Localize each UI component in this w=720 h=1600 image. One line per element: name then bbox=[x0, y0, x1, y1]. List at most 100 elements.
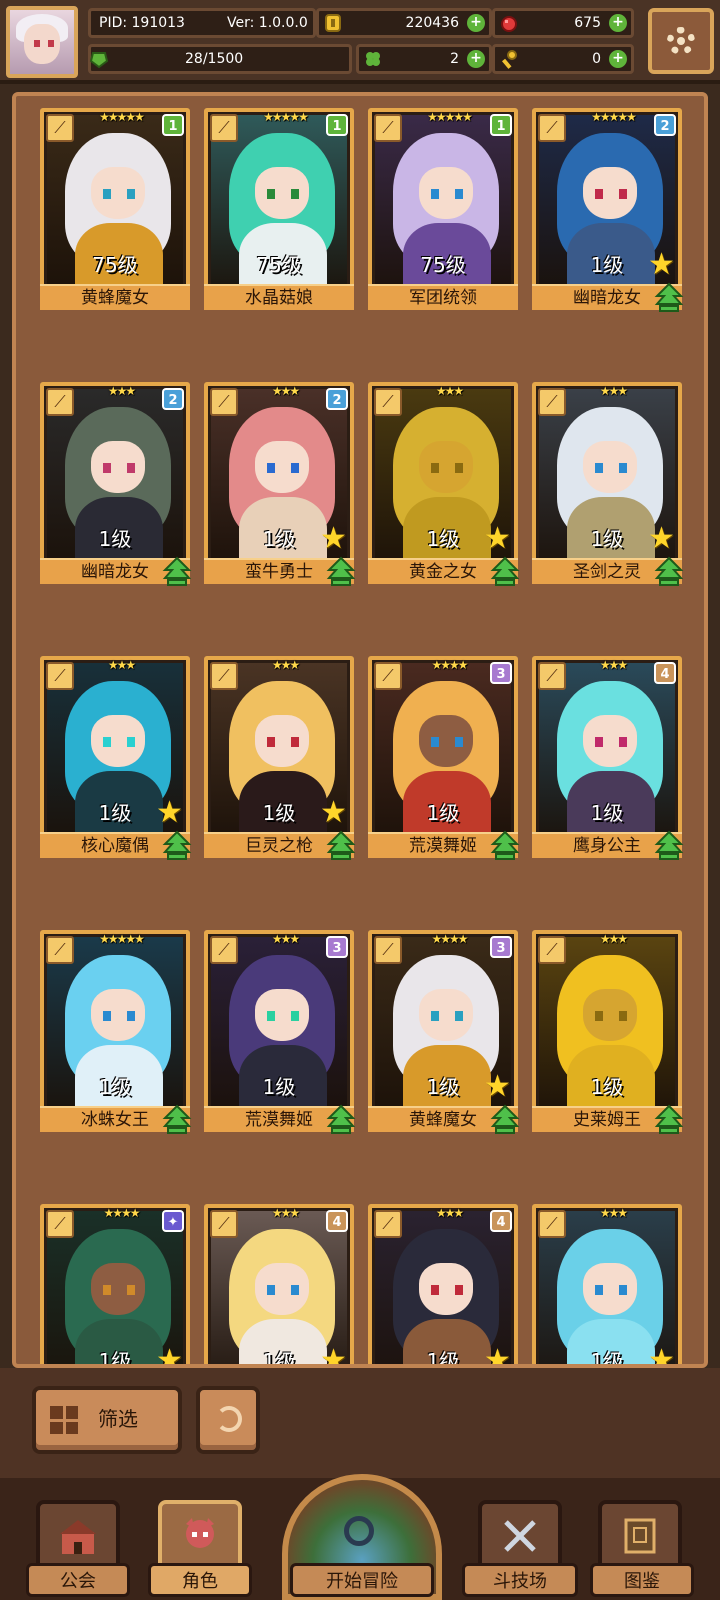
nav-arena-label[interactable]: 斗技场 bbox=[462, 1563, 578, 1597]
character-card[interactable]: ⟋ ★★★ 1级 ★ 巨灵之枪 bbox=[204, 656, 356, 860]
filter-label: 筛选 bbox=[98, 1407, 138, 1431]
stamina-leaf-icon bbox=[89, 52, 109, 69]
nav-adventure-label[interactable]: 开始冒险 bbox=[290, 1563, 434, 1597]
star-rating: ★★★ bbox=[271, 932, 300, 946]
weapon-type-icon: ⟋ bbox=[538, 936, 566, 964]
weapon-type-icon: ⟋ bbox=[210, 388, 238, 416]
character-card[interactable]: ⟋ ★★★ 3 1级 荒漠舞姬 bbox=[204, 930, 356, 1134]
weapon-type-icon: ⟋ bbox=[538, 662, 566, 690]
weapon-type-icon: ⟋ bbox=[210, 936, 238, 964]
rank-badge: 3 bbox=[326, 936, 348, 958]
weapon-type-icon: ⟋ bbox=[374, 936, 402, 964]
add-gem-button[interactable]: + bbox=[609, 14, 627, 32]
star-upgrade-icon: ★ bbox=[648, 1343, 675, 1368]
character-card[interactable]: ⟋★★★41级★异界旅人 bbox=[368, 1204, 518, 1364]
add-clover-button[interactable]: + bbox=[467, 50, 485, 68]
character-card[interactable]: ⟋★★★★✦1级★星界邪神 bbox=[40, 1204, 190, 1364]
character-icon bbox=[186, 1518, 214, 1548]
rank-badge: 2 bbox=[654, 114, 676, 136]
character-level: 1级 bbox=[590, 801, 624, 825]
character-level: 75级 bbox=[256, 253, 302, 277]
weapon-type-icon: ⟋ bbox=[210, 662, 238, 690]
gear-icon bbox=[667, 27, 695, 55]
weapon-type-icon: ⟋ bbox=[46, 388, 74, 416]
crossed-swords-icon bbox=[504, 1520, 536, 1552]
star-rating: ★★★★★ bbox=[591, 110, 637, 124]
stamina-bar: 28/1500 bbox=[88, 44, 352, 74]
refresh-button[interactable] bbox=[196, 1386, 260, 1454]
character-card[interactable]: ⟋ ★★★ 1级 ★ 圣剑之灵 bbox=[532, 382, 684, 586]
add-key-button[interactable]: + bbox=[609, 50, 627, 68]
level-up-arrow-icon bbox=[654, 1104, 684, 1134]
rank-badge: 4 bbox=[654, 662, 676, 684]
weapon-type-icon: ⟋ bbox=[538, 388, 566, 416]
star-rating: ★★★★ bbox=[431, 932, 468, 946]
character-card[interactable]: ⟋ ★★★★★ 1 75级 水晶菇娘 bbox=[204, 108, 354, 310]
level-up-arrow-icon bbox=[490, 1104, 520, 1134]
stamina-value: 28/1500 bbox=[185, 51, 244, 67]
player-id: PID: 191013 bbox=[99, 15, 185, 31]
character-grid: ⟋ ★★★★★ 1 75级 黄蜂魔女 ⟋ ★★★★★ 1 75级 水晶菇娘 ⟋ ★★★★★ 1 75级 军团… bbox=[40, 108, 684, 1368]
avatar-eye bbox=[34, 40, 40, 47]
star-rating: ★★★ bbox=[435, 1206, 464, 1220]
filter-button[interactable]: 筛选 bbox=[32, 1386, 182, 1454]
character-card[interactable]: ⟋ ★★★ 1级 ★ 核心魔偶 bbox=[40, 656, 192, 860]
star-rating: ★★★ bbox=[271, 1206, 300, 1220]
character-name: 黄蜂魔女 bbox=[40, 284, 190, 310]
star-upgrade-icon: ★ bbox=[320, 521, 347, 556]
character-card[interactable]: ⟋★★★41级★无瑕贤者 bbox=[204, 1204, 354, 1364]
character-name: 军团统领 bbox=[368, 284, 518, 310]
level-up-arrow-icon bbox=[162, 1104, 192, 1134]
player-avatar[interactable] bbox=[6, 6, 78, 78]
level-up-arrow-icon bbox=[162, 830, 192, 860]
key-amount: 0 bbox=[592, 51, 601, 67]
star-upgrade-icon: ★ bbox=[156, 795, 183, 830]
level-up-arrow-icon bbox=[654, 282, 684, 312]
rank-badge: 1 bbox=[162, 114, 184, 136]
level-up-arrow-icon bbox=[654, 556, 684, 586]
star-rating: ★★★★★ bbox=[99, 110, 145, 124]
character-level: 75级 bbox=[420, 253, 466, 277]
star-rating: ★★★ bbox=[107, 384, 136, 398]
character-card[interactable]: ⟋ ★★★★ 3 1级 ★ 黄蜂魔女 bbox=[368, 930, 520, 1134]
weapon-type-icon: ⟋ bbox=[538, 1210, 566, 1238]
character-level: 1级 bbox=[98, 527, 132, 551]
character-card[interactable]: ⟋ ★★★★★ 1 75级 黄蜂魔女 bbox=[40, 108, 190, 310]
weapon-type-icon: ⟋ bbox=[46, 662, 74, 690]
settings-button[interactable] bbox=[648, 8, 714, 74]
level-up-arrow-icon bbox=[490, 556, 520, 586]
nav-guild-label[interactable]: 公会 bbox=[26, 1563, 130, 1597]
character-card[interactable]: ⟋ ★★★ 4 1级 鹰身公主 bbox=[532, 656, 684, 860]
character-card[interactable]: ⟋ ★★★★★ 1 75级 军团统领 bbox=[368, 108, 518, 310]
star-rating: ★★★ bbox=[271, 384, 300, 398]
avatar-eye bbox=[48, 40, 54, 47]
star-rating: ★★★ bbox=[435, 384, 464, 398]
star-rating: ★★★ bbox=[599, 932, 628, 946]
star-upgrade-icon: ★ bbox=[648, 247, 675, 282]
character-card[interactable]: ⟋ ★★★ 2 1级 ★ 蛮牛勇士 bbox=[204, 382, 356, 586]
character-card[interactable]: ⟋ ★★★ 2 1级 幽暗龙女 bbox=[40, 382, 192, 586]
weapon-type-icon: ⟋ bbox=[538, 114, 566, 142]
star-rating: ★★★ bbox=[107, 658, 136, 672]
character-level: 1级 bbox=[590, 1075, 624, 1099]
nav-character-label[interactable]: 角色 bbox=[148, 1563, 252, 1597]
level-up-arrow-icon bbox=[162, 556, 192, 586]
character-card[interactable]: ⟋ ★★★★★ 1级 冰蛛女王 bbox=[40, 930, 192, 1134]
gold-bar: 220436 + bbox=[316, 8, 492, 38]
character-card[interactable]: ⟋ ★★★ 1级 ★ 黄金之女 bbox=[368, 382, 520, 586]
character-level: 1级 bbox=[98, 1075, 132, 1099]
weapon-type-icon: ⟋ bbox=[46, 936, 74, 964]
guild-house-icon bbox=[60, 1520, 96, 1554]
star-rating: ★★★ bbox=[271, 658, 300, 672]
rank-badge: 4 bbox=[490, 1210, 512, 1232]
character-card[interactable]: ⟋★★★1级★宁静水灵 bbox=[532, 1204, 682, 1368]
add-gold-button[interactable]: + bbox=[467, 14, 485, 32]
character-card[interactable]: ⟋ ★★★ 1级 史莱姆王 bbox=[532, 930, 684, 1134]
nav-codex-label[interactable]: 图鉴 bbox=[590, 1563, 694, 1597]
character-card[interactable]: ⟋ ★★★★★ 2 1级 ★ 幽暗龙女 bbox=[532, 108, 684, 312]
star-rating: ★★★★★ bbox=[427, 110, 473, 124]
star-upgrade-icon: ★ bbox=[484, 521, 511, 556]
character-level: 1级 bbox=[262, 1075, 296, 1099]
character-card[interactable]: ⟋ ★★★★ 3 1级 荒漠舞姬 bbox=[368, 656, 520, 860]
character-panel[interactable]: ⟋ ★★★★★ 1 75级 黄蜂魔女 ⟋ ★★★★★ 1 75级 水晶菇娘 ⟋ ★★★★★ 1 75级 军团… bbox=[12, 92, 708, 1368]
